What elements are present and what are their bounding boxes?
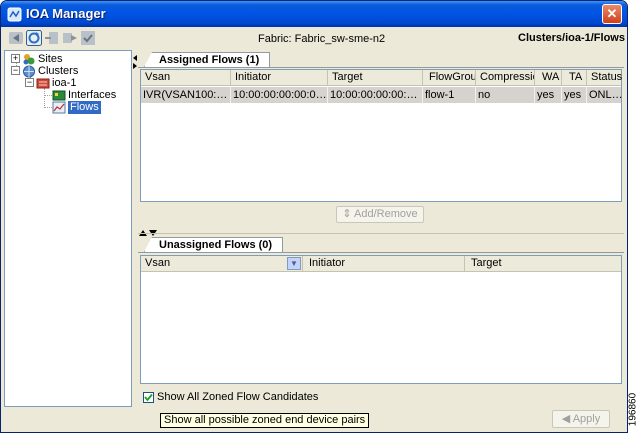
apply-button[interactable]: ◀ Apply [552, 410, 610, 428]
col-header[interactable]: FlowGroup [423, 70, 476, 86]
col-header-vsan[interactable]: Vsan [141, 256, 303, 272]
add-remove-icon: ⇕ [342, 208, 355, 220]
checkmark-icon [144, 393, 153, 402]
title-bar[interactable]: IOA Manager ✕ [1, 1, 627, 27]
breadcrumb: Clusters/ioa-1/Flows [518, 32, 625, 44]
show-all-checkbox[interactable] [143, 392, 154, 403]
cell-vsan: IVR(VSAN100:VSAN2... [143, 87, 231, 103]
fabric-label: Fabric: Fabric_sw-sme-n2 [258, 33, 386, 45]
table-row[interactable]: IVR(VSAN100:VSAN2... 10:00:00:00:00:00:0… [141, 87, 623, 103]
col-header[interactable]: Target [328, 70, 423, 86]
cell-flowgroup: flow-1 [423, 87, 476, 103]
cell-status: ONLINE [589, 89, 623, 101]
col-header[interactable]: Vsan [141, 70, 231, 86]
window-title: IOA Manager [26, 6, 106, 21]
tooltip: Show all possible zoned end device pairs [160, 413, 370, 428]
unassigned-table-header: Vsan ▼ Initiator Target [141, 256, 621, 272]
unassigned-tab-label: Unassigned Flows (0) [159, 239, 273, 251]
close-icon: ✕ [606, 6, 618, 21]
refresh-icon[interactable] [26, 30, 42, 46]
assigned-flows-table[interactable]: Vsan Initiator Target FlowGroup Compress… [140, 69, 623, 202]
col-header[interactable]: Initiator [303, 256, 465, 272]
cell-ta: yes [562, 87, 587, 103]
cluster-expander-icon[interactable]: − [25, 78, 34, 87]
cluster-node-icon [36, 78, 50, 89]
col-header[interactable]: WA [535, 70, 562, 86]
col-header[interactable]: Compression [476, 70, 535, 86]
clusters-expander-icon[interactable]: − [11, 66, 20, 75]
tree-label-flows: Flows [68, 101, 101, 114]
add-icon[interactable] [44, 30, 60, 46]
close-button[interactable]: ✕ [602, 4, 622, 24]
export-icon[interactable] [62, 30, 78, 46]
sites-expander-icon[interactable]: + [11, 54, 20, 63]
col-header[interactable]: Status [587, 70, 623, 86]
cell-compression: no [476, 87, 535, 103]
assigned-tab-label: Assigned Flows (1) [159, 54, 260, 66]
toolbar: Fabric: Fabric_sw-sme-n2 Clusters/ioa-1/… [1, 27, 627, 49]
col-header[interactable]: TA [562, 70, 587, 86]
add-remove-button[interactable]: ⇕ Add/Remove [336, 206, 424, 223]
app-icon [7, 7, 22, 22]
cell-wa: yes [535, 87, 562, 103]
chevron-down-icon: ▼ [290, 259, 298, 268]
unassigned-flows-table[interactable]: Vsan ▼ Initiator Target [140, 255, 622, 384]
tab-assigned-flows[interactable]: Assigned Flows (1) [144, 52, 271, 67]
show-all-label[interactable]: Show All Zoned Flow Candidates [157, 391, 318, 403]
cell-target: 10:00:00:00:00:00:00... [330, 87, 423, 103]
main-panel: Assigned Flows (1) Vsan Initiator Target… [138, 50, 627, 407]
navigation-tree[interactable]: + Sites − Clusters − ioa-1 Interfaces Fl… [4, 50, 132, 407]
cell-initiator: 10:00:00:00:00:00:00... [231, 87, 328, 103]
vsan-filter-dropdown[interactable]: ▼ [287, 257, 301, 270]
assigned-table-header: Vsan Initiator Target FlowGroup Compress… [141, 70, 623, 86]
apply-button-icon: ◀ [561, 413, 573, 425]
apply-icon[interactable] [80, 30, 96, 46]
back-icon[interactable] [8, 30, 24, 46]
flows-icon [52, 101, 66, 114]
tab-unassigned-flows[interactable]: Unassigned Flows (0) [144, 237, 284, 252]
col-header[interactable]: Initiator [231, 70, 328, 86]
col-header[interactable]: Target [465, 256, 623, 272]
figure-id: 196860 [627, 392, 639, 427]
ioa-manager-window: IOA Manager ✕ Fabric: Fabric_sw-sme-n2 C… [0, 0, 628, 433]
